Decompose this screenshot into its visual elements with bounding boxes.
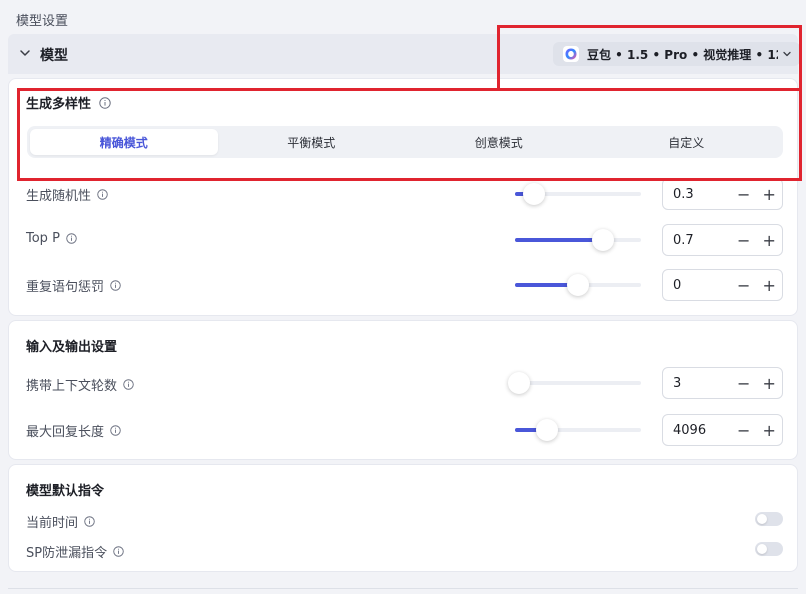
instruction-label-current-time: 当前时间: [26, 512, 95, 531]
toggle-knob: [757, 514, 767, 524]
repetition-penalty-input[interactable]: [673, 277, 731, 293]
decrement-button[interactable]: −: [731, 226, 757, 254]
param-label-randomness: 生成随机性: [26, 185, 108, 204]
param-label-repetition-penalty: 重复语句惩罚: [26, 276, 121, 295]
doubao-logo-icon: [563, 46, 579, 62]
max-reply-length-input[interactable]: [673, 422, 731, 438]
repetition-penalty-stepper: − +: [662, 269, 783, 301]
randomness-stepper: − +: [662, 178, 783, 210]
model-settings-page: 模型设置 模型 豆包 • 1.5 • Pro • 视觉推理 • 1 生成多样性 …: [0, 0, 806, 594]
info-icon[interactable]: [84, 516, 95, 527]
instruction-label-text: SP防泄漏指令: [26, 546, 108, 561]
page-title: 模型设置: [16, 14, 69, 29]
decrement-button[interactable]: −: [731, 180, 757, 208]
chevron-down-icon[interactable]: [18, 46, 32, 60]
chevron-down-icon: [783, 51, 791, 57]
slider-thumb[interactable]: [592, 229, 615, 251]
info-icon[interactable]: [66, 233, 77, 244]
generation-settings-card: 生成多样性 精确模式 平衡模式 创意模式 自定义 生成随机性 0.3 − + T…: [8, 78, 798, 316]
model-section-header[interactable]: 模型 豆包 • 1.5 • Pro • 视觉推理 • 128K: [8, 34, 800, 74]
top-p-stepper: − +: [662, 224, 783, 256]
decrement-button[interactable]: −: [731, 416, 757, 444]
top-p-input[interactable]: [673, 232, 731, 248]
info-icon[interactable]: [99, 96, 111, 109]
slider-thumb[interactable]: [567, 274, 589, 296]
param-label-text: Top P: [26, 231, 60, 246]
io-settings-title: 输入及输出设置: [26, 340, 118, 355]
divider: [8, 588, 798, 589]
default-instructions-title: 模型默认指令: [26, 484, 105, 499]
slider-thumb[interactable]: [522, 183, 545, 205]
repetition-penalty-slider[interactable]: [515, 274, 641, 296]
param-label-context-rounds: 携带上下文轮数: [26, 375, 134, 394]
tab-custom-mode[interactable]: 自定义: [593, 129, 781, 155]
param-label-text: 重复语句惩罚: [26, 280, 105, 295]
toggle-knob: [757, 544, 767, 554]
decrement-button[interactable]: −: [731, 271, 757, 299]
top-p-slider[interactable]: [515, 229, 641, 251]
default-instructions-card: 模型默认指令 当前时间 SP防泄漏指令: [8, 464, 798, 572]
increment-button[interactable]: +: [757, 180, 783, 208]
param-label-text: 携带上下文轮数: [26, 379, 118, 394]
diversity-section-title: 生成多样性: [26, 93, 111, 112]
tab-creative-mode[interactable]: 创意模式: [405, 129, 593, 155]
param-label-text: 生成随机性: [26, 189, 92, 204]
slider-fill: [515, 238, 604, 242]
diversity-mode-tabs: 精确模式 平衡模式 创意模式 自定义: [27, 126, 783, 158]
info-icon[interactable]: [123, 379, 134, 390]
model-section-title: 模型: [40, 48, 68, 64]
max-reply-length-stepper: − +: [662, 414, 783, 446]
param-label-text: 最大回复长度: [26, 425, 105, 440]
param-label-top-p: Top P: [26, 231, 77, 246]
increment-button[interactable]: +: [757, 369, 783, 397]
slider-thumb[interactable]: [535, 419, 558, 441]
instruction-label-sp-leak-prevention: SP防泄漏指令: [26, 542, 124, 561]
info-icon[interactable]: [110, 280, 121, 291]
decrement-button[interactable]: −: [731, 369, 757, 397]
model-select-dropdown[interactable]: 豆包 • 1.5 • Pro • 视觉推理 • 128K: [553, 42, 800, 66]
max-reply-length-slider[interactable]: [515, 419, 641, 441]
randomness-slider[interactable]: [515, 183, 641, 205]
io-settings-card: 输入及输出设置 携带上下文轮数 − + 最大回复长度: [8, 320, 798, 460]
tab-precise-mode[interactable]: 精确模式: [30, 129, 218, 155]
info-icon[interactable]: [113, 546, 124, 557]
info-icon[interactable]: [97, 189, 108, 200]
sp-leak-prevention-toggle[interactable]: [755, 542, 783, 556]
param-label-max-reply-length: 最大回复长度: [26, 421, 121, 440]
context-rounds-slider[interactable]: [507, 372, 641, 394]
model-select-value: 豆包 • 1.5 • Pro • 视觉推理 • 128K: [587, 47, 778, 62]
increment-button[interactable]: +: [757, 226, 783, 254]
randomness-input[interactable]: [673, 186, 731, 202]
context-rounds-stepper: − +: [662, 367, 783, 399]
slider-track: [515, 381, 641, 385]
slider-thumb[interactable]: [507, 372, 530, 394]
diversity-title: 生成多样性: [26, 97, 92, 112]
increment-button[interactable]: +: [757, 271, 783, 299]
increment-button[interactable]: +: [757, 416, 783, 444]
instruction-label-text: 当前时间: [26, 516, 79, 531]
tab-balanced-mode[interactable]: 平衡模式: [218, 129, 406, 155]
info-icon[interactable]: [110, 425, 121, 436]
current-time-toggle[interactable]: [755, 512, 783, 526]
context-rounds-input[interactable]: [673, 375, 731, 391]
